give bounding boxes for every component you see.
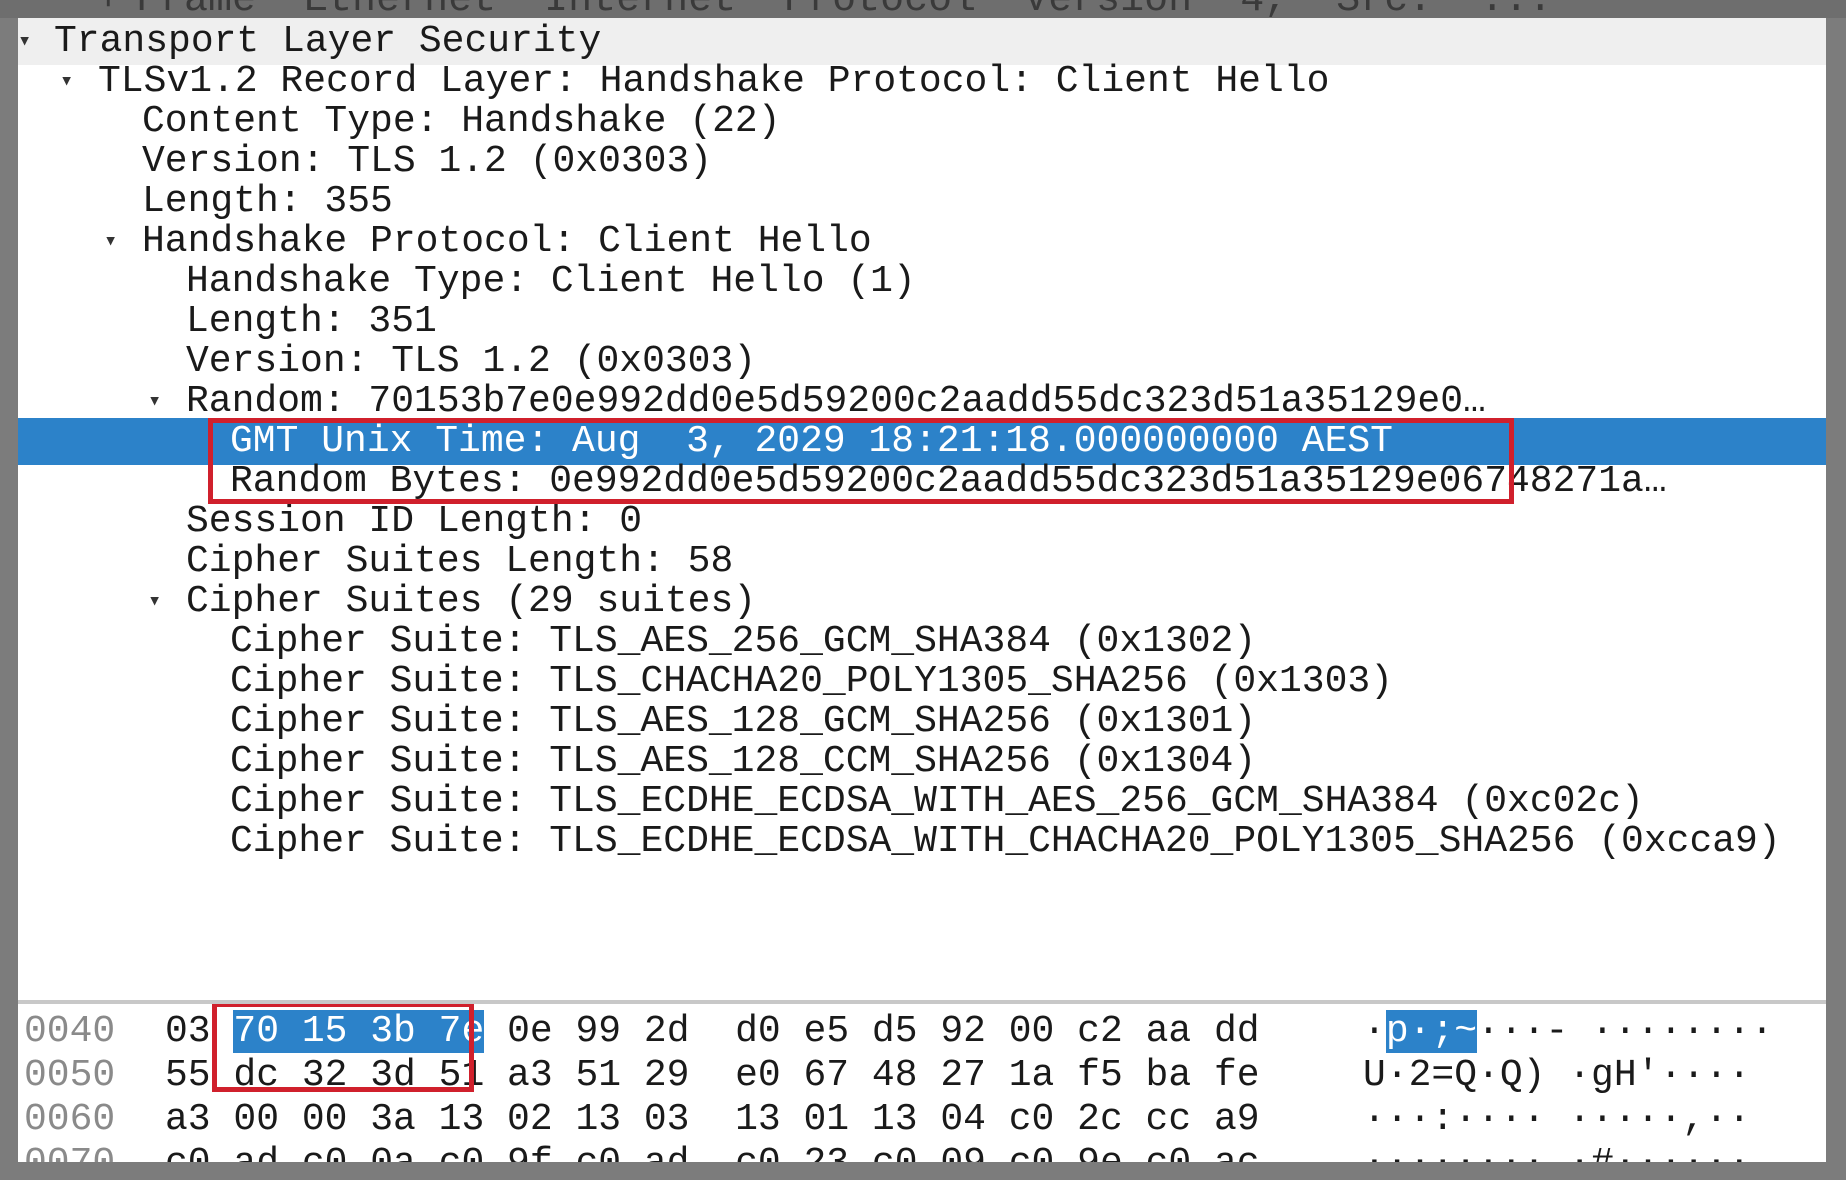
- hex-bytes[interactable]: c0 ad c0 0a c0 9f c0 ad c0 23 c0 09 c0 9…: [165, 1142, 1260, 1162]
- hex-ascii[interactable]: U·2=Q·Q) ·gH'····: [1363, 1054, 1751, 1098]
- hex-offset: 0060: [24, 1098, 116, 1141]
- hex-row[interactable]: 0070 c0 ad c0 0a c0 9f c0 ad c0 23 c0 09…: [18, 1142, 1826, 1162]
- hex-bytes[interactable]: 03 70 15 3b 7e 0e 99 2d d0 e5 d5 92 00 c…: [165, 1010, 1260, 1054]
- hex-offset: 0050: [24, 1054, 116, 1097]
- ascii-selected[interactable]: p·;~: [1385, 1010, 1478, 1053]
- hex-row[interactable]: 0050 55 dc 32 3d 51 a3 51 29 e0 67 48 27…: [18, 1054, 1826, 1098]
- tree-row-label: Cipher Suite: TLS_ECDHE_ECDSA_WITH_CHACH…: [230, 820, 1781, 863]
- hex-bytes-selected[interactable]: 70 15 3b 7e: [233, 1010, 485, 1053]
- ascii-text: ·: [1363, 1010, 1386, 1053]
- hex-row[interactable]: 0060 a3 00 00 3a 13 02 13 03 13 01 13 04…: [18, 1098, 1826, 1142]
- hex-bytes[interactable]: 55 dc 32 3d 51 a3 51 29 e0 67 48 27 1a f…: [165, 1054, 1260, 1098]
- previous-tree-row-fragment: ¬ Frame Ethernet Internet Protocol Versi…: [0, 0, 1846, 18]
- hex-bytes-text: 03: [165, 1010, 234, 1053]
- hex-ascii[interactable]: ········ ·#······: [1363, 1142, 1751, 1162]
- packet-bytes-pane[interactable]: 0040 03 70 15 3b 7e 0e 99 2d d0 e5 d5 92…: [18, 1004, 1826, 1162]
- packet-details-window: ▾ Transport Layer Security ▾ TLSv1.2 Rec…: [18, 18, 1826, 1162]
- hex-row[interactable]: 0040 03 70 15 3b 7e 0e 99 2d d0 e5 d5 92…: [18, 1010, 1826, 1054]
- ascii-text: ···- ········: [1477, 1010, 1774, 1053]
- hex-bytes[interactable]: a3 00 00 3a 13 02 13 03 13 01 13 04 c0 2…: [165, 1098, 1260, 1142]
- hex-offset: 0070: [24, 1142, 115, 1162]
- tree-row-cipher-suite[interactable]: Cipher Suite: TLS_ECDHE_ECDSA_WITH_CHACH…: [18, 818, 1826, 865]
- hex-ascii[interactable]: ···:···· ·····,··: [1363, 1098, 1751, 1142]
- previous-row-text: ¬ Frame Ethernet Internet Protocol Versi…: [40, 0, 1552, 18]
- hex-offset: 0040: [24, 1010, 116, 1053]
- hex-ascii[interactable]: ·p·;~···- ········: [1363, 1010, 1773, 1054]
- hex-bytes-text: 0e 99 2d d0 e5 d5 92 00 c2 aa dd: [484, 1010, 1260, 1053]
- packet-details-tree[interactable]: ▾ Transport Layer Security ▾ TLSv1.2 Rec…: [18, 18, 1826, 998]
